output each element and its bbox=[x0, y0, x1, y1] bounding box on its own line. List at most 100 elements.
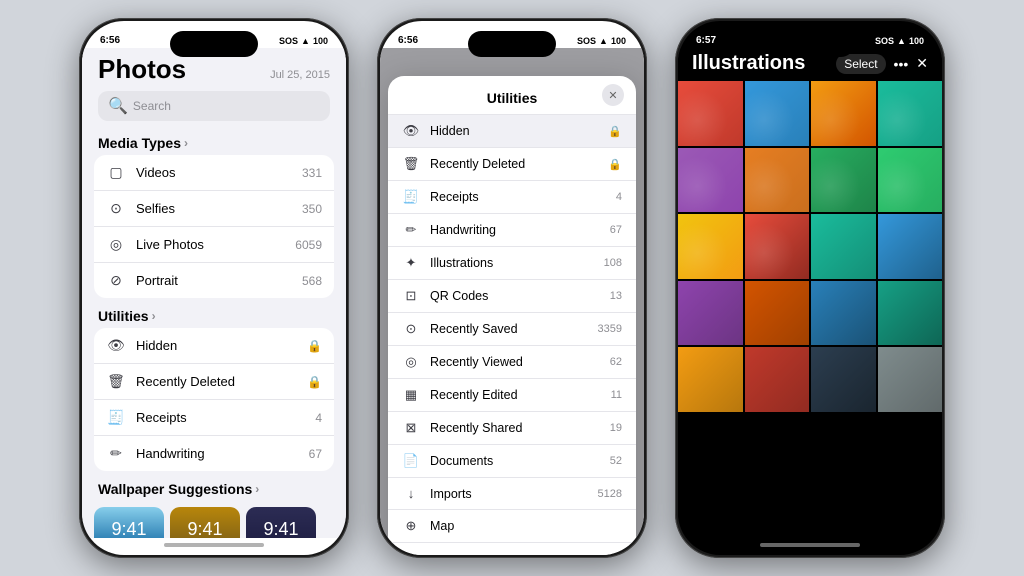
chevron-icon-3: › bbox=[255, 482, 259, 496]
sheet-item-imports[interactable]: ↓ Imports 5128 bbox=[388, 478, 636, 510]
lock-icon-2: 🔒 bbox=[307, 375, 322, 389]
sheet-saved-label: Recently Saved bbox=[430, 322, 588, 336]
sheet-item-recently-shared[interactable]: ⊠ Recently Shared 19 bbox=[388, 412, 636, 445]
sheet-docs-icon: 📄 bbox=[402, 453, 420, 469]
receipts-icon: 🧾 bbox=[106, 409, 126, 426]
sheet-close-button[interactable]: ✕ bbox=[602, 84, 624, 106]
dynamic-island-1 bbox=[170, 31, 258, 57]
sheet-item-map[interactable]: ⊕ Map bbox=[388, 510, 636, 543]
sheet-map-icon: ⊕ bbox=[402, 518, 420, 534]
wallpaper-thumb-1[interactable] bbox=[94, 507, 164, 538]
illustrations-actions: Select ••• ✕ bbox=[836, 54, 928, 74]
wallpaper-header: Wallpaper Suggestions › bbox=[82, 471, 346, 501]
sheet-shared-icon: ⊠ bbox=[402, 420, 420, 436]
photo-cell[interactable] bbox=[811, 281, 876, 346]
sheet-trash-icon: 🗑 bbox=[402, 156, 420, 172]
photo-cell[interactable] bbox=[678, 214, 743, 279]
handwriting-icon: ✏ bbox=[106, 445, 126, 462]
photo-cell[interactable] bbox=[878, 81, 943, 146]
chevron-icon-2: › bbox=[152, 309, 156, 323]
list-item[interactable]: ⊙ Selfies 350 bbox=[94, 191, 334, 227]
photo-cell[interactable] bbox=[878, 281, 943, 346]
close-illustrations-icon[interactable]: ✕ bbox=[916, 55, 928, 72]
photo-cell[interactable] bbox=[811, 347, 876, 412]
photo-cell[interactable] bbox=[678, 148, 743, 213]
photo-cell[interactable] bbox=[878, 148, 943, 213]
signal-3: SOS bbox=[875, 36, 894, 46]
sheet-shared-count: 19 bbox=[610, 422, 622, 434]
sheet-illustrations-count: 108 bbox=[604, 257, 622, 269]
wallpaper-thumb-3[interactable] bbox=[246, 507, 316, 538]
hidden-icon: 👁 bbox=[106, 337, 126, 354]
sheet-shared-label: Recently Shared bbox=[430, 421, 600, 435]
photo-cell[interactable] bbox=[745, 281, 810, 346]
photo-cell[interactable] bbox=[878, 214, 943, 279]
photo-cell[interactable] bbox=[745, 214, 810, 279]
photo-cell[interactable] bbox=[811, 214, 876, 279]
sheet-item-recently-viewed[interactable]: ◎ Recently Viewed 62 bbox=[388, 346, 636, 379]
sheet-item-receipts[interactable]: 🧾 Receipts 4 bbox=[388, 181, 636, 214]
utilities-header: Utilities › bbox=[82, 298, 346, 328]
sheet-recently-deleted-label: Recently Deleted bbox=[430, 157, 598, 171]
sheet-title: Utilities bbox=[487, 90, 538, 106]
receipts-count: 4 bbox=[315, 411, 322, 425]
photo-cell[interactable] bbox=[678, 81, 743, 146]
photo-cell[interactable] bbox=[811, 81, 876, 146]
selfies-count: 350 bbox=[302, 202, 322, 216]
sheet-illustrations-icon: ✦ bbox=[402, 255, 420, 271]
sheet-item-handwriting[interactable]: ✏ Handwriting 67 bbox=[388, 214, 636, 247]
more-icon[interactable]: ••• bbox=[894, 56, 909, 72]
media-types-header: Media Types › bbox=[82, 125, 346, 155]
list-item-handwriting[interactable]: ✏ Handwriting 67 bbox=[94, 436, 334, 471]
photo-cell[interactable] bbox=[811, 148, 876, 213]
photo-cell[interactable] bbox=[878, 347, 943, 412]
time-2: 6:56 bbox=[398, 35, 418, 46]
list-item[interactable]: ⊘ Portrait 568 bbox=[94, 263, 334, 298]
close-icon: ✕ bbox=[608, 89, 617, 102]
battery-2: 100 bbox=[611, 36, 626, 46]
chevron-icon: › bbox=[184, 136, 188, 150]
home-indicator-3 bbox=[760, 543, 860, 547]
sheet-qr-count: 13 bbox=[610, 290, 622, 302]
handwriting-count: 67 bbox=[309, 447, 322, 461]
list-item[interactable]: ▢ Videos 331 bbox=[94, 155, 334, 191]
sheet-saved-icon: ⊙ bbox=[402, 321, 420, 337]
list-item[interactable]: ◎ Live Photos 6059 bbox=[94, 227, 334, 263]
sheet-item-recently-edited[interactable]: ▦ Recently Edited 11 bbox=[388, 379, 636, 412]
status-icons-1: SOS ▲ 100 bbox=[279, 36, 328, 46]
list-item-recently-deleted[interactable]: 🗑 Recently Deleted 🔒 bbox=[94, 364, 334, 400]
search-icon: 🔍 bbox=[108, 96, 128, 116]
sheet-item-illustrations[interactable]: ✦ Illustrations 108 bbox=[388, 247, 636, 280]
list-item-receipts[interactable]: 🧾 Receipts 4 bbox=[94, 400, 334, 436]
phone-utilities: 6:56 SOS ▲ 100 Utilities ✕ 👁 Hidden bbox=[377, 18, 647, 558]
sheet-item-hidden[interactable]: 👁 Hidden 🔒 bbox=[388, 115, 636, 148]
sheet-item-recently-deleted[interactable]: 🗑 Recently Deleted 🔒 bbox=[388, 148, 636, 181]
dynamic-island-2 bbox=[468, 31, 556, 57]
photo-cell[interactable] bbox=[745, 81, 810, 146]
utilities-bg: Utilities ✕ 👁 Hidden 🔒 🗑 Recently Delete… bbox=[380, 48, 644, 538]
dynamic-island-3 bbox=[766, 31, 854, 57]
photo-cell[interactable] bbox=[678, 281, 743, 346]
wifi-icon-1: ▲ bbox=[301, 36, 310, 46]
utilities-sheet: Utilities ✕ 👁 Hidden 🔒 🗑 Recently Delete… bbox=[388, 76, 636, 555]
time-3: 6:57 bbox=[696, 35, 716, 46]
photo-cell[interactable] bbox=[678, 347, 743, 412]
list-item-hidden[interactable]: 👁 Hidden 🔒 bbox=[94, 328, 334, 364]
photos-header: Photos Jul 25, 2015 🔍 Search bbox=[82, 48, 346, 125]
search-bar[interactable]: 🔍 Search bbox=[98, 91, 330, 121]
videos-icon: ▢ bbox=[106, 164, 126, 181]
sheet-handwriting-count: 67 bbox=[610, 224, 622, 236]
trash-icon: 🗑 bbox=[106, 373, 126, 390]
photo-cell[interactable] bbox=[745, 148, 810, 213]
sheet-item-documents[interactable]: 📄 Documents 52 bbox=[388, 445, 636, 478]
wallpaper-thumb-2[interactable] bbox=[170, 507, 240, 538]
sheet-viewed-icon: ◎ bbox=[402, 354, 420, 370]
sheet-item-recently-saved[interactable]: ⊙ Recently Saved 3359 bbox=[388, 313, 636, 346]
photo-cell[interactable] bbox=[745, 347, 810, 412]
sheet-item-qrcodes[interactable]: ⊡ QR Codes 13 bbox=[388, 280, 636, 313]
wallpaper-suggestions bbox=[82, 501, 346, 538]
sheet-imports-count: 5128 bbox=[598, 488, 622, 500]
videos-label: Videos bbox=[136, 165, 292, 180]
selfies-icon: ⊙ bbox=[106, 200, 126, 217]
time-1: 6:56 bbox=[100, 35, 120, 46]
